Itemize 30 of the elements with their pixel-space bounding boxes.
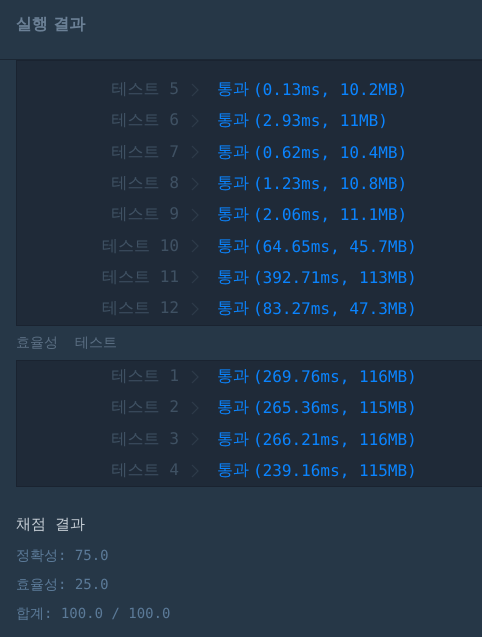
- result-status: 통과: [217, 428, 249, 450]
- result-detail: (2.93ms, 11MB): [253, 111, 388, 130]
- result-detail: (0.62ms, 10.4MB): [253, 142, 408, 162]
- score-line: 효율성: 25.0: [16, 576, 110, 594]
- result-detail: (2.06ms, 11.1MB): [253, 205, 408, 224]
- section-title: 효율성 테스트: [15, 334, 118, 353]
- result-status: 통과: [217, 204, 249, 226]
- result-detail: (392.71ms, 113MB): [253, 268, 417, 287]
- result-detail: (0.13ms, 10.2MB): [253, 80, 408, 100]
- header-title: 실행 결과: [16, 14, 86, 33]
- score-line: 정확성: 75.0: [16, 547, 110, 566]
- result-detail: (83.27ms, 47.3MB): [253, 299, 417, 318]
- result-status: 통과: [217, 173, 249, 194]
- result-status: 통과: [217, 110, 249, 132]
- result-status: 통과: [217, 397, 249, 418]
- result-detail: (269.76ms, 116MB): [253, 367, 417, 386]
- result-status: 통과: [217, 366, 249, 388]
- result-detail: (239.16ms, 115MB): [253, 461, 417, 480]
- result-detail: (266.21ms, 116MB): [253, 430, 417, 449]
- grading-title: 채점 결과: [16, 515, 86, 534]
- result-status: 통과: [217, 79, 249, 100]
- result-status: 통과: [217, 236, 249, 257]
- result-status: 통과: [217, 266, 249, 288]
- result-detail: (1.23ms, 10.8MB): [253, 174, 408, 194]
- result-status: 통과: [217, 460, 249, 482]
- score-line: 합계: 100.0 / 100.0: [16, 605, 172, 624]
- result-detail: (64.65ms, 45.7MB): [253, 236, 417, 256]
- result-detail: (265.36ms, 115MB): [253, 398, 417, 418]
- result-status: 통과: [217, 298, 249, 320]
- result-status: 통과: [217, 142, 249, 163]
